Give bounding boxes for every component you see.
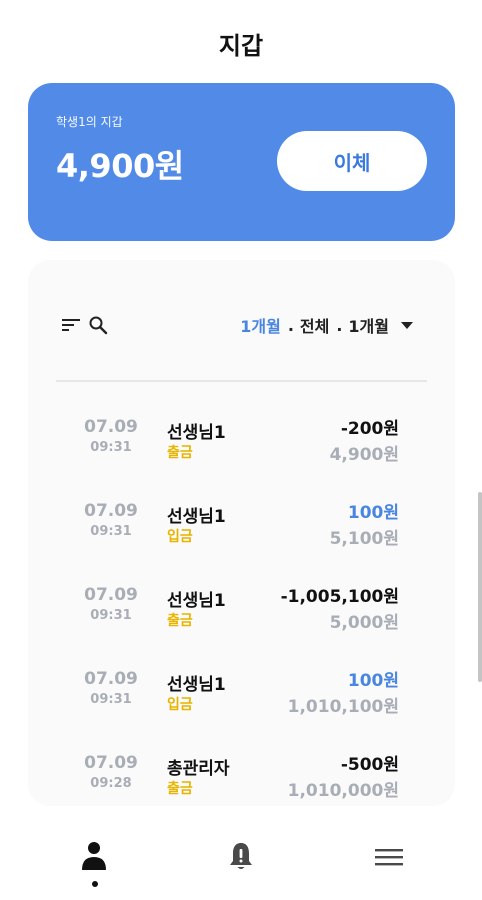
transaction-amount: 100원 — [347, 503, 399, 523]
transaction-time: 09:31 — [90, 440, 132, 455]
caret-down-icon — [401, 321, 413, 329]
transaction-type: 입금 — [167, 529, 193, 545]
transaction-date: 07.09 — [84, 501, 138, 521]
transaction-counterparty: 선생님1 — [167, 507, 226, 527]
transaction-time: 09:31 — [90, 608, 132, 623]
transaction-balance: 4,900원 — [329, 445, 399, 465]
transaction-panel: 1개월 . 전체 . 1개월 07.09 09:31 선생님1 출금 -200원… — [28, 260, 455, 806]
transaction-list: 07.09 09:31 선생님1 출금 -200원 4,900원 07.09 0… — [28, 382, 455, 802]
transaction-row[interactable]: 07.09 09:28 총관리자 출금 -500원 1,010,000원 — [28, 718, 455, 802]
transaction-date: 07.09 — [84, 669, 138, 689]
wallet-balance: 4,900원 — [56, 147, 184, 185]
nav-item-profile[interactable] — [69, 840, 119, 890]
wallet-card: 학생1의 지갑 4,900원 이체 — [28, 83, 455, 241]
nav-item-notifications[interactable] — [216, 840, 266, 890]
person-icon — [82, 842, 106, 870]
transaction-amount: -1,005,100원 — [280, 587, 399, 607]
transaction-row[interactable]: 07.09 09:31 선생님1 출금 -200원 4,900원 — [28, 382, 455, 466]
transaction-date: 07.09 — [84, 753, 138, 773]
active-indicator — [92, 881, 98, 887]
period-filter-dropdown[interactable]: 1개월 . 전체 . 1개월 — [240, 313, 413, 337]
transfer-button[interactable]: 이체 — [277, 131, 427, 191]
transaction-row[interactable]: 07.09 09:31 선생님1 입금 100원 1,010,100원 — [28, 634, 455, 718]
transaction-balance: 5,100원 — [329, 529, 399, 549]
nav-item-menu[interactable] — [364, 840, 414, 890]
period-filter-separator: . — [336, 315, 343, 335]
bottom-nav — [0, 820, 482, 900]
transaction-amount: -200원 — [340, 419, 399, 439]
transaction-type: 출금 — [167, 781, 193, 797]
period-filter-separator: . — [287, 315, 294, 335]
transaction-time: 09:28 — [90, 776, 132, 791]
bell-alert-icon — [230, 843, 252, 869]
wallet-owner-label: 학생1의 지갑 — [56, 115, 123, 129]
transaction-date: 07.09 — [84, 585, 138, 605]
transaction-type: 입금 — [167, 697, 193, 713]
search-icon[interactable] — [88, 315, 108, 335]
transaction-amount: 100원 — [347, 671, 399, 691]
transaction-counterparty: 선생님1 — [167, 675, 226, 695]
sort-icon[interactable] — [62, 318, 80, 332]
transaction-type: 출금 — [167, 613, 193, 629]
transaction-date: 07.09 — [84, 417, 138, 437]
transaction-amount: -500원 — [340, 755, 399, 775]
transaction-row[interactable]: 07.09 09:31 선생님1 입금 100원 5,100원 — [28, 466, 455, 550]
period-filter-period: 1개월 — [348, 317, 389, 336]
transaction-counterparty: 선생님1 — [167, 591, 226, 611]
filter-bar: 1개월 . 전체 . 1개월 — [28, 260, 455, 380]
transaction-time: 09:31 — [90, 692, 132, 707]
transaction-time: 09:31 — [90, 524, 132, 539]
menu-icon — [375, 849, 403, 866]
transaction-balance: 5,000원 — [329, 613, 399, 633]
transaction-type: 출금 — [167, 445, 193, 461]
page-title: 지갑 — [218, 32, 264, 60]
transaction-counterparty: 선생님1 — [167, 423, 226, 443]
transaction-balance: 1,010,100원 — [287, 697, 399, 717]
scrollbar[interactable] — [478, 492, 482, 682]
transaction-row[interactable]: 07.09 09:31 선생님1 출금 -1,005,100원 5,000원 — [28, 550, 455, 634]
period-filter-type: 전체 — [299, 317, 330, 336]
transaction-balance: 1,010,000원 — [287, 781, 399, 801]
period-filter-active: 1개월 — [240, 317, 281, 336]
transaction-counterparty: 총관리자 — [167, 759, 230, 779]
